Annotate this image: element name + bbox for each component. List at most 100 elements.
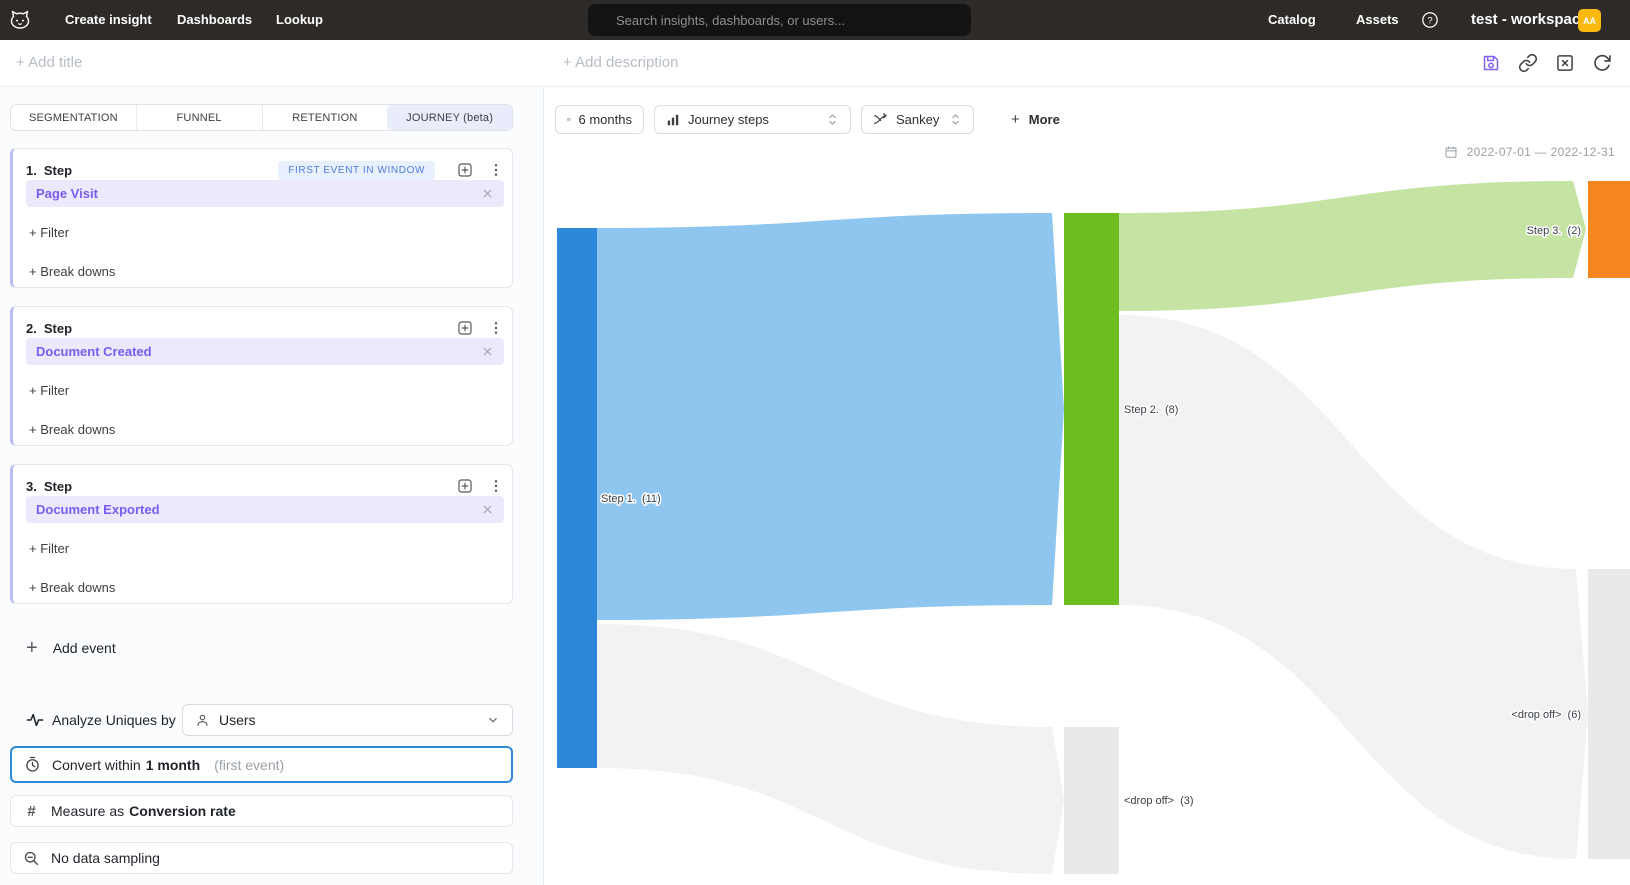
tab-segmentation[interactable]: SEGMENTATION (11, 105, 136, 130)
remove-event-icon[interactable] (481, 345, 494, 358)
measure-as-row[interactable]: # Measure as Conversion rate (10, 795, 513, 827)
analyze-by-value: Users (219, 712, 256, 728)
group-by-value: Journey steps (688, 112, 769, 127)
nav-assets[interactable]: Assets (1356, 0, 1399, 40)
workspace-name[interactable]: test - workspace (1471, 0, 1589, 40)
step-card-1: 1. Step FIRST EVENT IN WINDOW Page Visit… (10, 148, 513, 288)
add-breakdown-link[interactable]: + Break downs (29, 580, 115, 595)
analyze-label: Analyze Uniques by (52, 712, 176, 728)
step-menu-kebab-icon[interactable] (489, 478, 503, 494)
add-event-to-step-icon[interactable] (457, 320, 473, 336)
add-filter-link[interactable]: + Filter (29, 541, 69, 556)
date-range-text: 2022-07-01 — 2022-12-31 (1467, 145, 1615, 159)
step-1-header: 1. Step FIRST EVENT IN WINDOW (26, 160, 503, 180)
sankey-link-step2-step3[interactable] (1119, 181, 1586, 311)
refresh-icon[interactable] (1592, 53, 1612, 73)
measure-prefix: Measure as (51, 803, 124, 819)
add-breakdown-link[interactable]: + Break downs (29, 422, 115, 437)
sankey-node-dropoff-after-step1[interactable] (1064, 727, 1119, 874)
group-by-select[interactable]: Journey steps (654, 105, 851, 134)
help-icon[interactable]: ? (1421, 11, 1439, 29)
add-title-button[interactable]: + Add title (16, 54, 82, 71)
step-menu-kebab-icon[interactable] (489, 162, 503, 178)
measure-value: Conversion rate (129, 803, 236, 819)
step-number: 1. (26, 163, 37, 178)
nav-create-insight[interactable]: Create insight (65, 0, 152, 40)
hash-icon: # (23, 803, 40, 820)
remove-event-icon[interactable] (481, 503, 494, 516)
sankey-chart-type-icon (873, 112, 888, 127)
activity-pulse-icon (26, 711, 44, 729)
sankey-link-step2-dropoff[interactable] (1119, 315, 1588, 859)
add-description-button[interactable]: + Add description (563, 54, 679, 71)
tab-journey[interactable]: JOURNEY (beta) (387, 105, 512, 130)
conversion-window-row[interactable]: Convert within 1 month (first event) (10, 746, 513, 783)
calendar-icon (1444, 145, 1458, 159)
app-logo-cat-icon[interactable] (8, 8, 32, 32)
add-event-to-step-icon[interactable] (457, 162, 473, 178)
data-sampling-row[interactable]: No data sampling (10, 842, 513, 874)
stopwatch-icon (24, 756, 41, 773)
user-avatar[interactable]: AA (1578, 9, 1601, 32)
first-event-badge: FIRST EVENT IN WINDOW (278, 161, 435, 180)
time-range-button[interactable]: 6 months (555, 105, 644, 134)
step-title: Step (44, 321, 72, 336)
add-event-label: Add event (53, 640, 116, 656)
step-card-2: 2. Step Document Created + Filter + Brea… (10, 306, 513, 446)
step-menu-kebab-icon[interactable] (489, 320, 503, 336)
step-title: Step (44, 479, 72, 494)
tab-funnel[interactable]: FUNNEL (136, 105, 262, 130)
nav-lookup[interactable]: Lookup (276, 0, 323, 40)
event-name: Page Visit (36, 186, 98, 201)
plus-icon: + (1011, 111, 1020, 128)
sankey-label-step3: Step 3. (2) (1527, 225, 1581, 237)
step-number: 3. (26, 479, 37, 494)
add-event-button[interactable]: + Add event (26, 639, 116, 657)
journey-sankey-chart: Step 1. (11) Step 2. (8) Step 3. (2) <dr… (545, 88, 1630, 885)
chart-type-value: Sankey (896, 112, 939, 127)
chart-date-range: 2022-07-01 — 2022-12-31 (1444, 145, 1615, 159)
top-navbar: Create insight Dashboards Lookup Catalog… (0, 0, 1630, 40)
clear-insight-icon[interactable] (1555, 53, 1575, 73)
global-search-input[interactable] (588, 4, 971, 36)
event-name: Document Exported (36, 502, 160, 517)
select-caret-icon (949, 112, 962, 127)
sankey-link-step1-dropoff[interactable] (597, 624, 1064, 874)
event-chip[interactable]: Document Exported (26, 496, 504, 523)
nav-catalog[interactable]: Catalog (1268, 0, 1316, 40)
event-chip[interactable]: Page Visit (26, 180, 504, 207)
chart-type-select[interactable]: Sankey (861, 105, 974, 134)
add-filter-link[interactable]: + Filter (29, 225, 69, 240)
event-chip[interactable]: Document Created (26, 338, 504, 365)
sankey-label-step2: Step 2. (8) (1124, 404, 1178, 416)
remove-event-icon[interactable] (481, 187, 494, 200)
zoom-out-magnifier-icon (23, 850, 40, 867)
bar-chart-icon (666, 113, 680, 127)
more-label: More (1029, 112, 1060, 127)
chart-panel: Step 1. (11) Step 2. (8) Step 3. (2) <dr… (545, 88, 1630, 885)
tab-retention[interactable]: RETENTION (262, 105, 388, 130)
chart-toolbar: 6 months Journey steps (555, 105, 1060, 134)
sankey-node-dropoff-after-step2[interactable] (1588, 569, 1630, 859)
add-filter-link[interactable]: + Filter (29, 383, 69, 398)
query-builder-panel: SEGMENTATION FUNNEL RETENTION JOURNEY (b… (0, 88, 544, 885)
calendar-icon (567, 112, 571, 127)
sankey-link-step1-step2[interactable] (597, 213, 1064, 620)
sankey-node-step1[interactable] (557, 228, 597, 768)
sankey-node-step2[interactable] (1064, 213, 1119, 605)
analyze-by-select[interactable]: Users (182, 704, 513, 736)
chevron-down-icon (486, 713, 500, 727)
sankey-label-step1: Step 1. (11) (601, 493, 661, 505)
more-options-button[interactable]: + More (1011, 111, 1060, 128)
nav-dashboards[interactable]: Dashboards (177, 0, 252, 40)
plus-icon: + (26, 639, 38, 657)
save-icon[interactable] (1481, 53, 1501, 73)
analyze-row: Analyze Uniques by Users (0, 704, 544, 736)
sankey-node-step3[interactable] (1588, 181, 1630, 278)
add-breakdown-link[interactable]: + Break downs (29, 264, 115, 279)
copy-link-icon[interactable] (1518, 53, 1538, 73)
step-2-header: 2. Step (26, 318, 503, 338)
sampling-label: No data sampling (51, 850, 160, 866)
add-event-to-step-icon[interactable] (457, 478, 473, 494)
event-name: Document Created (36, 344, 152, 359)
